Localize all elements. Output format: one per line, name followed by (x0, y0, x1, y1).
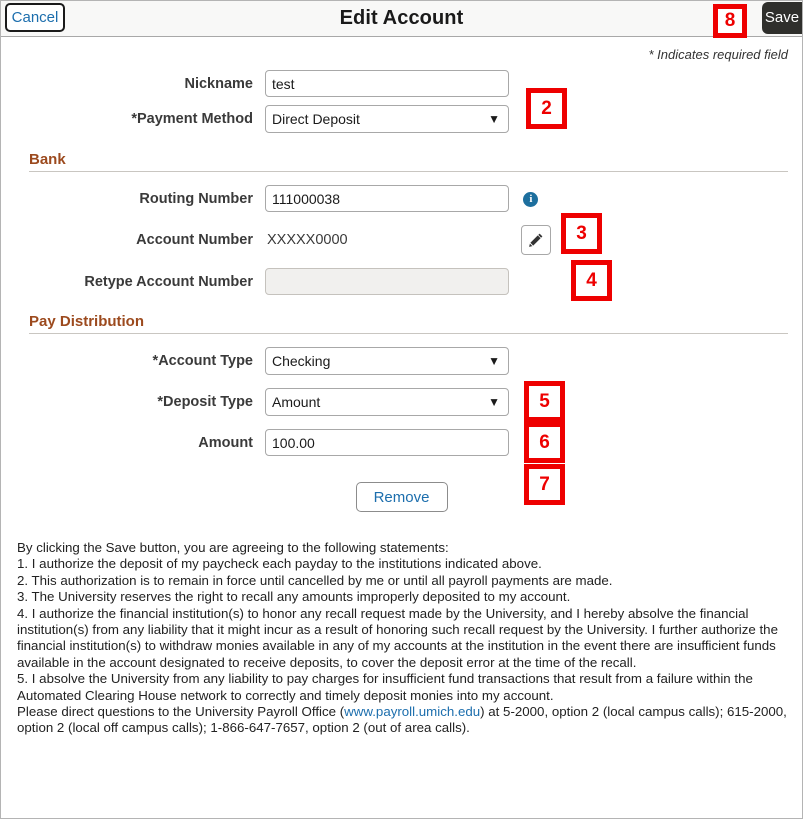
amount-control (265, 429, 509, 456)
annotation-callout-3: 3 (561, 213, 602, 254)
amount-input[interactable] (265, 429, 509, 456)
deposit-type-select[interactable]: AmountPercentBalance (265, 388, 509, 416)
required-field-note: * Indicates required field (648, 47, 788, 62)
retype-account-number-control (265, 268, 509, 295)
annotation-callout-4: 4 (571, 260, 612, 301)
payment-method-row: *Payment Method Direct Deposit ▼ (1, 105, 802, 133)
nickname-row: Nickname (1, 70, 802, 97)
legal-item-5: 5. I absolve the University from any lia… (17, 671, 753, 703)
bank-section-divider (29, 171, 788, 172)
legal-item-3: 3. The University reserves the right to … (17, 589, 571, 605)
routing-number-label: Routing Number (139, 190, 253, 207)
deposit-type-label: *Deposit Type (157, 394, 253, 410)
payment-method-select-wrap: Direct Deposit ▼ (265, 105, 509, 133)
account-number-control: XXXXX0000 (265, 225, 551, 255)
annotation-callout-7: 7 (524, 464, 565, 505)
page-header: Cancel Edit Account Save (1, 1, 802, 37)
account-type-select-wrap: CheckingSavings ▼ (265, 347, 509, 375)
retype-account-number-input[interactable] (265, 268, 509, 295)
routing-number-control: i (265, 185, 539, 212)
legal-contact: Please direct questions to the Universit… (17, 704, 788, 737)
annotation-callout-2: 2 (526, 88, 567, 129)
account-type-select[interactable]: CheckingSavings (265, 347, 509, 375)
legal-item-4: 4. I authorize the financial institution… (17, 605, 778, 670)
account-number-row: Account Number XXXXX0000 (1, 225, 802, 255)
pay-distribution-section-divider (29, 333, 788, 334)
account-type-row: *Account Type CheckingSavings ▼ (1, 347, 802, 375)
routing-number-row: Routing Number i (1, 185, 802, 212)
legal-item-2: 2. This authorization is to remain in fo… (17, 572, 613, 588)
edit-account-number-button[interactable] (521, 225, 551, 255)
retype-account-number-row: Retype Account Number (1, 268, 802, 295)
legal-contact-before: Please direct questions to the Universit… (17, 704, 345, 720)
edit-account-page: Cancel Edit Account Save * Indicates req… (0, 0, 803, 819)
legal-agreement-text: By clicking the Save button, you are agr… (17, 540, 788, 737)
info-icon[interactable]: i (523, 191, 539, 207)
pencil-icon (529, 233, 543, 247)
payment-method-control: Direct Deposit ▼ (265, 105, 509, 133)
nickname-input[interactable] (265, 70, 509, 97)
annotation-callout-5: 5 (524, 381, 565, 422)
remove-button-wrap: Remove (1, 482, 802, 512)
account-number-value: XXXXX0000 (267, 232, 348, 248)
routing-number-input[interactable] (265, 185, 509, 212)
remove-button[interactable]: Remove (355, 482, 448, 512)
page-content: * Indicates required field Nickname *Pay… (1, 37, 802, 737)
bank-section: Bank (29, 151, 788, 172)
annotation-callout-8: 8 (713, 4, 747, 38)
amount-label: Amount (198, 434, 253, 451)
payment-method-label: *Payment Method (131, 111, 253, 127)
pay-distribution-section-title: Pay Distribution (29, 313, 145, 330)
nickname-label: Nickname (184, 75, 253, 92)
amount-row: Amount (1, 429, 802, 456)
pay-distribution-section: Pay Distribution (29, 313, 788, 334)
deposit-type-select-wrap: AmountPercentBalance ▼ (265, 388, 509, 416)
annotation-callout-6: 6 (524, 422, 565, 463)
deposit-type-row: *Deposit Type AmountPercentBalance ▼ (1, 388, 802, 416)
deposit-type-control: AmountPercentBalance ▼ (265, 388, 509, 416)
legal-intro: By clicking the Save button, you are agr… (17, 540, 449, 555)
save-button[interactable]: Save (762, 2, 802, 34)
payroll-website-link[interactable]: www.payroll.umich.edu (344, 704, 480, 719)
legal-item-1: 1. I authorize the deposit of my paychec… (17, 556, 542, 572)
nickname-control (265, 70, 509, 97)
account-type-label: *Account Type (152, 353, 253, 369)
account-number-label: Account Number (136, 232, 253, 248)
bank-section-title: Bank (29, 151, 66, 168)
payment-method-select[interactable]: Direct Deposit (265, 105, 509, 133)
page-title: Edit Account (339, 7, 464, 29)
retype-account-number-label: Retype Account Number (84, 273, 253, 290)
account-type-control: CheckingSavings ▼ (265, 347, 509, 375)
